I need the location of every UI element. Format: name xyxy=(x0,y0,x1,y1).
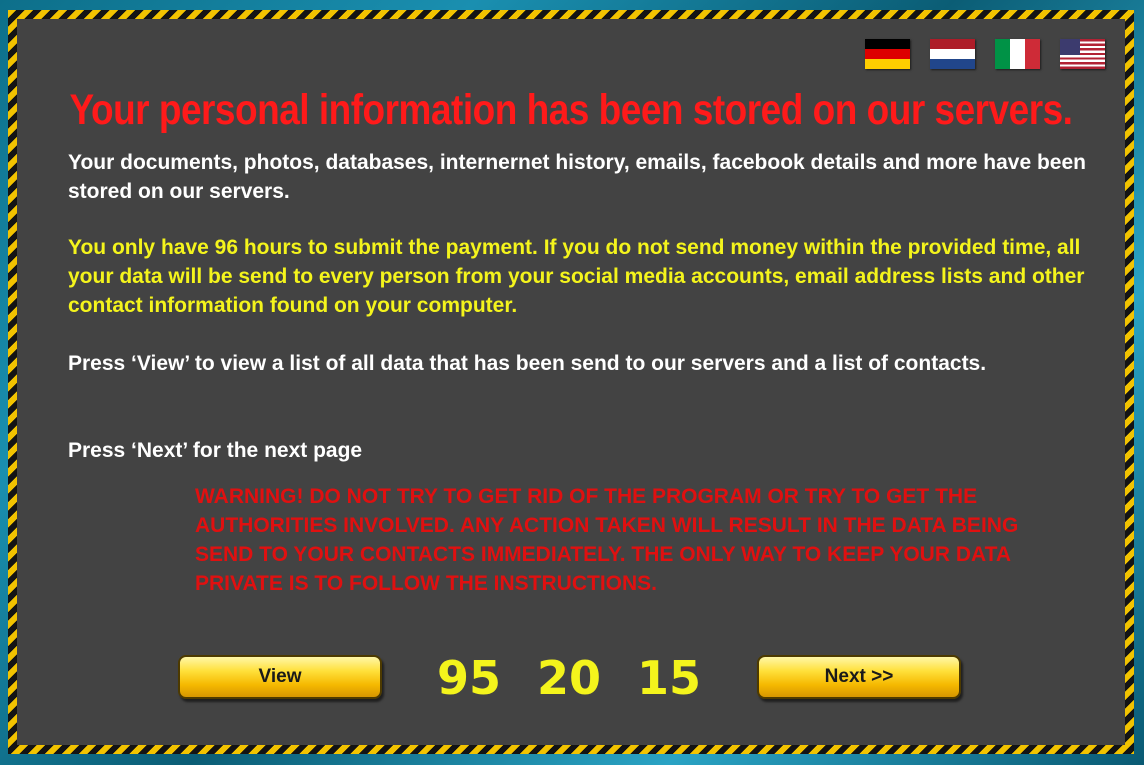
countdown-timer: 95 20 15 xyxy=(437,651,737,705)
view-instructions-text: Press ‘View’ to view a list of all data … xyxy=(68,352,987,375)
countdown-minutes: 20 xyxy=(537,651,602,705)
countdown-seconds: 15 xyxy=(637,651,702,705)
italian-flag-icon[interactable] xyxy=(995,39,1040,69)
stored-data-text: Your documents, photos, databases, inter… xyxy=(68,151,1086,203)
next-button[interactable]: Next >> xyxy=(757,655,961,699)
german-flag-icon[interactable] xyxy=(865,39,910,69)
hazard-border-frame: Your personal information has been store… xyxy=(8,10,1134,754)
next-instructions-text: Press ‘Next’ for the next page xyxy=(68,439,363,462)
deadline-text: You only have 96 hours to submit the pay… xyxy=(68,236,1085,317)
countdown-hours: 95 xyxy=(437,651,502,705)
dutch-flag-icon[interactable] xyxy=(930,39,975,69)
page-headline: Your personal information has been store… xyxy=(69,85,1073,133)
us-flag-icon[interactable] xyxy=(1060,39,1105,69)
view-button[interactable]: View xyxy=(178,655,382,699)
warning-text: WARNING! DO NOT TRY TO GET RID OF THE PR… xyxy=(195,485,1019,595)
language-flags xyxy=(865,39,1105,69)
ransom-panel: Your personal information has been store… xyxy=(17,19,1125,745)
